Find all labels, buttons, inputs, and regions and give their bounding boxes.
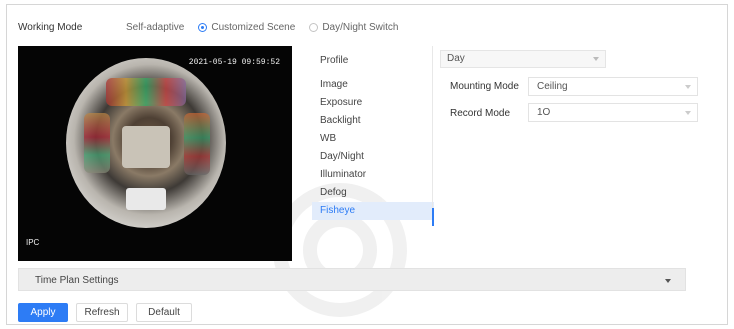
radio-day-night-switch-label: Day/Night Switch <box>322 21 399 33</box>
menu-active-indicator <box>432 208 434 226</box>
fisheye-image <box>66 58 226 228</box>
profile-select[interactable]: Day <box>440 50 606 68</box>
chevron-down-icon <box>685 111 691 115</box>
menu-item-backlight[interactable]: Backlight <box>312 112 434 130</box>
mounting-mode-select[interactable]: Ceiling <box>528 77 698 96</box>
working-mode-row: Working Mode Self-adaptive Customized Sc… <box>18 20 412 34</box>
mounting-mode-value: Ceiling <box>537 81 568 92</box>
menu-item-defog[interactable]: Defog <box>312 184 434 202</box>
chevron-down-icon <box>593 57 599 61</box>
mounting-mode-label: Mounting Mode <box>450 81 519 92</box>
default-button[interactable]: Default <box>136 303 192 322</box>
radio-day-night-switch[interactable]: Day/Night Switch <box>309 22 398 33</box>
record-mode-value: 1O <box>537 107 551 118</box>
menu-profile-label: Profile <box>320 55 349 66</box>
chevron-down-icon <box>685 85 691 89</box>
radio-customized-scene[interactable]: Customized Scene <box>198 22 295 33</box>
shelf-right <box>184 113 210 175</box>
radio-self-adaptive[interactable]: Self-adaptive <box>126 22 184 33</box>
record-mode-select[interactable]: 1O <box>528 103 698 122</box>
menu-item-day-night[interactable]: Day/Night <box>312 148 434 166</box>
working-mode-label: Working Mode <box>18 21 83 33</box>
preview-timestamp: 2021-05-19 09:59:52 <box>188 58 280 67</box>
menu-item-illuminator[interactable]: Illuminator <box>312 166 434 184</box>
shelf-top <box>106 78 186 106</box>
shelf-left <box>84 113 110 173</box>
menu-item-exposure[interactable]: Exposure <box>312 94 434 112</box>
preview-channel-label: IPC <box>26 238 40 247</box>
menu-item-fisheye[interactable]: Fisheye <box>312 202 434 220</box>
time-plan-settings-label: Time Plan Settings <box>35 275 119 286</box>
refresh-button[interactable]: Refresh <box>76 303 128 322</box>
menu-item-wb[interactable]: WB <box>312 130 434 148</box>
record-mode-label: Record Mode <box>450 108 511 119</box>
menu-item-image[interactable]: Image <box>312 76 434 94</box>
time-plan-settings-bar[interactable]: Time Plan Settings <box>18 268 686 291</box>
menu-divider <box>432 46 433 226</box>
radio-checked-icon <box>198 22 208 32</box>
video-preview[interactable]: 2021-05-19 09:59:52 IPC <box>18 46 292 261</box>
image-settings-menu: Profile Image Exposure Backlight WB Day/… <box>312 52 434 220</box>
door-area <box>126 188 166 210</box>
radio-self-adaptive-label: Self-adaptive <box>126 21 185 33</box>
profile-select-value: Day <box>447 53 465 64</box>
radio-customized-scene-label: Customized Scene <box>211 21 296 33</box>
floor-area <box>122 126 170 168</box>
apply-button[interactable]: Apply <box>18 303 68 322</box>
radio-icon <box>309 22 319 32</box>
chevron-down-icon <box>665 279 671 283</box>
